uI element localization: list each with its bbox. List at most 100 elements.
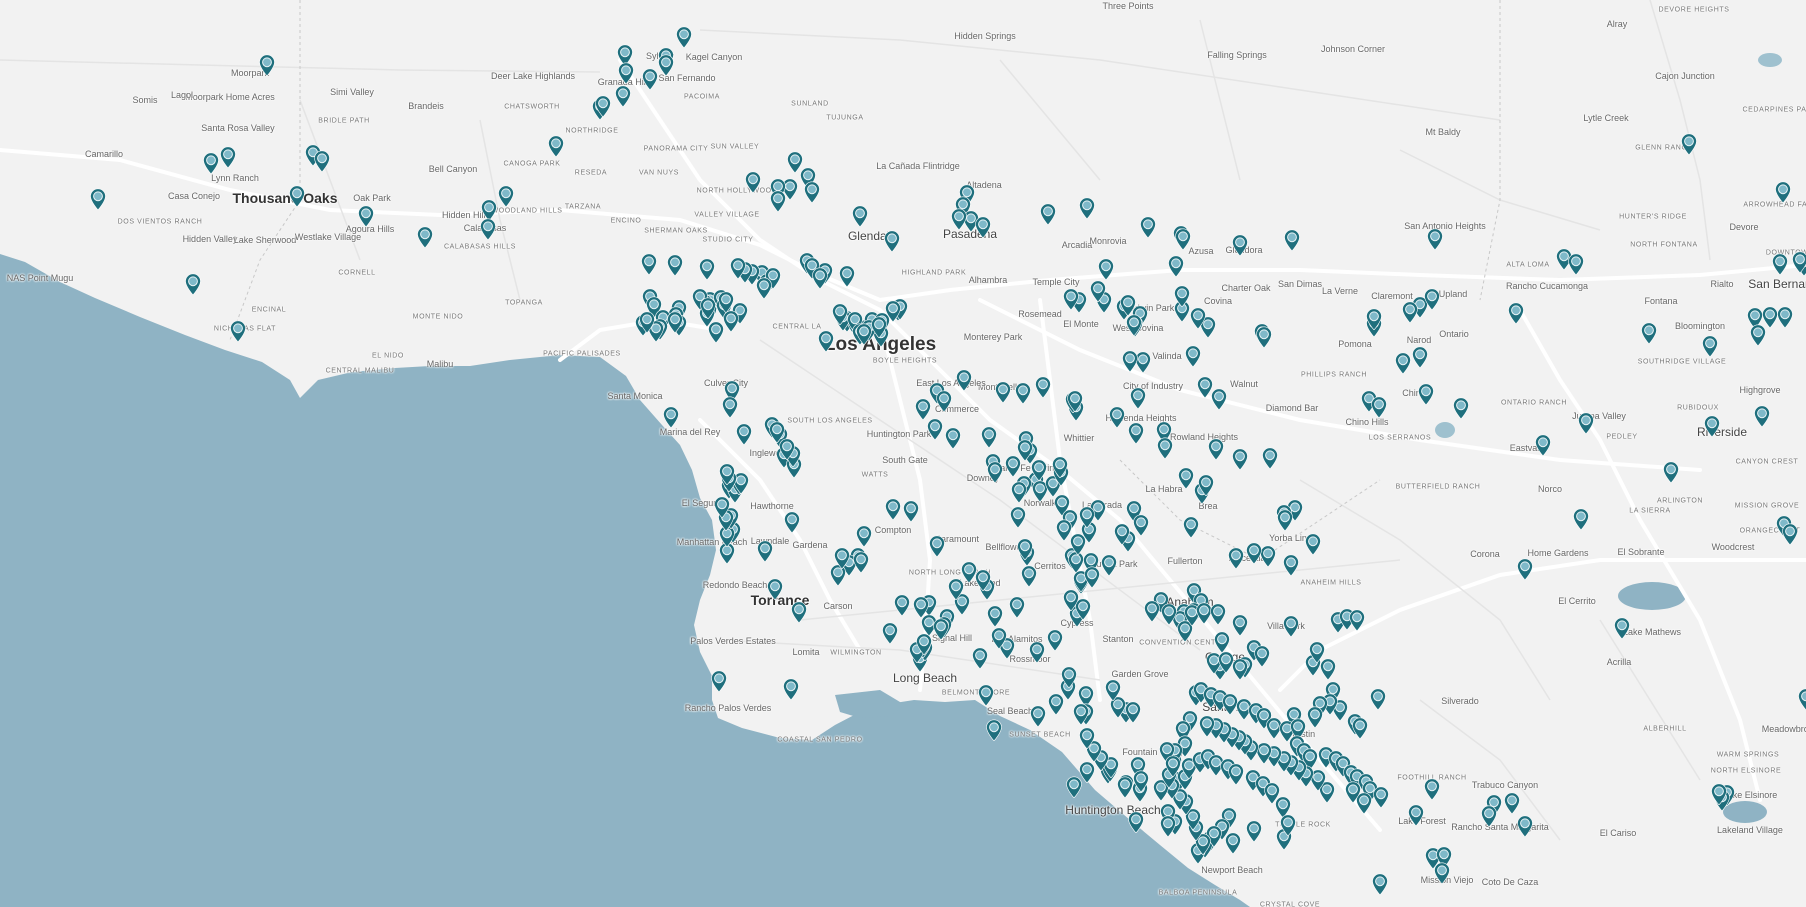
location-marker[interactable] <box>856 525 873 547</box>
location-marker[interactable] <box>1228 763 1245 785</box>
location-marker[interactable] <box>1128 422 1145 444</box>
location-marker[interactable] <box>991 627 1008 649</box>
location-marker[interactable] <box>1011 481 1028 503</box>
location-marker[interactable] <box>417 226 434 248</box>
location-marker[interactable] <box>1453 397 1470 419</box>
location-marker[interactable] <box>1047 629 1064 651</box>
location-marker[interactable] <box>1481 805 1498 827</box>
location-marker[interactable] <box>1283 615 1300 637</box>
location-marker[interactable] <box>885 498 902 520</box>
location-marker[interactable] <box>987 461 1004 483</box>
location-marker[interactable] <box>986 719 1003 741</box>
location-marker[interactable] <box>1663 461 1680 483</box>
location-marker[interactable] <box>711 670 728 692</box>
location-marker[interactable] <box>1395 352 1412 374</box>
location-marker[interactable] <box>736 423 753 445</box>
location-marker[interactable] <box>1370 688 1387 710</box>
location-marker[interactable] <box>1079 506 1096 528</box>
location-marker[interactable] <box>995 381 1012 403</box>
location-marker[interactable] <box>804 181 821 203</box>
location-marker[interactable] <box>1352 717 1369 739</box>
location-marker[interactable] <box>658 54 675 76</box>
location-marker[interactable] <box>903 500 920 522</box>
location-marker[interactable] <box>314 150 331 172</box>
location-marker[interactable] <box>1568 253 1585 275</box>
location-marker[interactable] <box>1412 346 1429 368</box>
location-marker[interactable] <box>220 146 237 168</box>
location-marker[interactable] <box>1174 285 1191 307</box>
location-marker[interactable] <box>757 540 774 562</box>
location-marker[interactable] <box>981 426 998 448</box>
location-marker[interactable] <box>1418 383 1435 405</box>
location-marker[interactable] <box>358 205 375 227</box>
location-marker[interactable] <box>927 418 944 440</box>
location-marker[interactable] <box>1402 301 1419 323</box>
location-marker[interactable] <box>871 316 888 338</box>
location-marker[interactable] <box>723 310 740 332</box>
location-marker[interactable] <box>1066 776 1083 798</box>
location-marker[interactable] <box>1246 542 1263 564</box>
location-marker[interactable] <box>769 421 786 443</box>
location-marker[interactable] <box>1775 181 1792 203</box>
location-marker[interactable] <box>1280 814 1297 836</box>
location-marker[interactable] <box>1098 258 1115 280</box>
location-marker[interactable] <box>1754 405 1771 427</box>
location-marker[interactable] <box>1373 786 1390 808</box>
location-marker[interactable] <box>987 605 1004 627</box>
location-marker[interactable] <box>832 303 849 325</box>
location-marker[interactable] <box>1424 778 1441 800</box>
location-marker[interactable] <box>1178 467 1195 489</box>
location-marker[interactable] <box>618 62 635 84</box>
location-marker[interactable] <box>1079 197 1096 219</box>
location-marker[interactable] <box>1183 516 1200 538</box>
location-marker[interactable] <box>641 253 658 275</box>
location-marker[interactable] <box>1578 412 1595 434</box>
location-marker[interactable] <box>480 218 497 240</box>
location-marker[interactable] <box>1160 815 1177 837</box>
location-marker[interactable] <box>1284 229 1301 251</box>
location-marker[interactable] <box>719 463 736 485</box>
location-marker[interactable] <box>1120 294 1137 316</box>
map-canvas[interactable]: Los Angeles Thousand Oaks Torrance Long Bea… <box>0 0 1806 907</box>
location-marker[interactable] <box>1702 335 1719 357</box>
location-marker[interactable] <box>1711 783 1728 805</box>
location-marker[interactable] <box>1218 651 1235 673</box>
location-marker[interactable] <box>230 320 247 342</box>
location-marker[interactable] <box>1305 533 1322 555</box>
location-marker[interactable] <box>639 311 656 333</box>
location-marker[interactable] <box>595 95 612 117</box>
location-marker[interactable] <box>700 297 717 319</box>
location-marker[interactable] <box>1232 614 1249 636</box>
location-marker[interactable] <box>1133 770 1150 792</box>
location-marker[interactable] <box>1067 390 1084 412</box>
location-marker[interactable] <box>1283 554 1300 576</box>
location-marker[interactable] <box>1029 641 1046 663</box>
location-marker[interactable] <box>1517 815 1534 837</box>
location-marker[interactable] <box>1063 288 1080 310</box>
location-marker[interactable] <box>1792 251 1806 273</box>
location-marker[interactable] <box>1070 533 1087 555</box>
location-marker[interactable] <box>185 273 202 295</box>
location-marker[interactable] <box>1084 566 1101 588</box>
location-marker[interactable] <box>1079 727 1096 749</box>
location-marker[interactable] <box>1040 203 1057 225</box>
location-marker[interactable] <box>1175 228 1192 250</box>
location-marker[interactable] <box>1117 776 1134 798</box>
location-marker[interactable] <box>853 551 870 573</box>
location-marker[interactable] <box>1504 792 1521 814</box>
location-marker[interactable] <box>784 511 801 533</box>
location-marker[interactable] <box>722 396 739 418</box>
location-marker[interactable] <box>1681 133 1698 155</box>
location-marker[interactable] <box>894 594 911 616</box>
location-marker[interactable] <box>1614 617 1631 639</box>
location-marker[interactable] <box>1021 565 1038 587</box>
location-marker[interactable] <box>978 684 995 706</box>
location-marker[interactable] <box>699 258 716 280</box>
location-marker[interactable] <box>203 152 220 174</box>
location-marker[interactable] <box>936 390 953 412</box>
location-marker[interactable] <box>1010 506 1027 528</box>
location-marker[interactable] <box>1017 538 1034 560</box>
location-marker[interactable] <box>667 311 684 333</box>
location-marker[interactable] <box>1122 350 1139 372</box>
location-marker[interactable] <box>1015 382 1032 404</box>
